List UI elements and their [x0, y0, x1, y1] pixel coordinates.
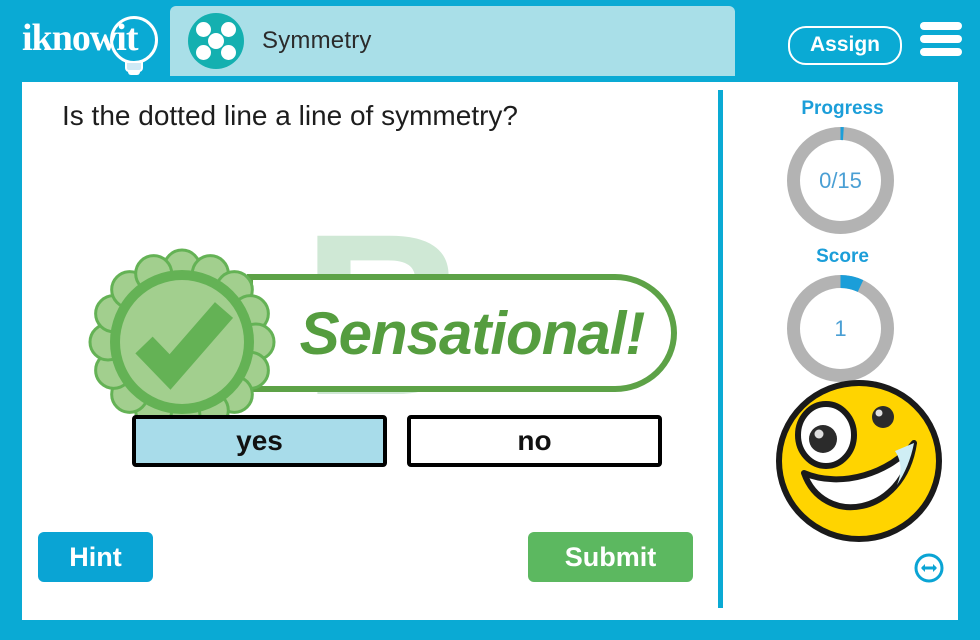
app-header: Symmetry iknowit Assign [0, 0, 980, 80]
smiley-face-icon [776, 380, 942, 542]
progress-ring: 0/15 [784, 124, 897, 237]
score-label: Score [816, 246, 869, 267]
panel-divider [718, 90, 723, 608]
hint-button[interactable]: Hint [38, 532, 153, 582]
score-value: 1 [834, 315, 847, 341]
app-window: Symmetry iknowit Assign Is the dotted li… [0, 0, 980, 640]
content-card: Is the dotted line a line of symmetry? B… [22, 82, 958, 620]
progress-sidebar: Progress 0/15 Score 1 [727, 82, 958, 620]
hamburger-menu-icon[interactable] [920, 22, 962, 58]
question-text: Is the dotted line a line of symmetry? [62, 100, 518, 131]
check-badge-icon [88, 248, 276, 436]
tab-symmetry[interactable]: Symmetry [170, 6, 735, 76]
answer-options: yes no [112, 415, 692, 475]
score-ring: 1 [784, 272, 897, 385]
five-dot-circle-icon [188, 13, 244, 69]
resize-horizontal-icon[interactable] [913, 552, 945, 584]
tab-label: Symmetry [262, 27, 372, 54]
lightbulb-base-tip-icon [128, 71, 140, 75]
feedback-message: Sensational! [299, 299, 646, 367]
answer-option-no[interactable]: no [407, 415, 662, 467]
feedback-banner: Sensational! [82, 242, 692, 436]
assign-button[interactable]: Assign [787, 26, 902, 65]
answer-option-yes[interactable]: yes [132, 415, 387, 467]
lightbulb-icon [110, 16, 158, 64]
app-logo[interactable]: iknowit [22, 14, 167, 75]
submit-button[interactable]: Submit [528, 532, 693, 582]
progress-label: Progress [801, 98, 884, 119]
progress-value: 0/15 [819, 167, 862, 193]
